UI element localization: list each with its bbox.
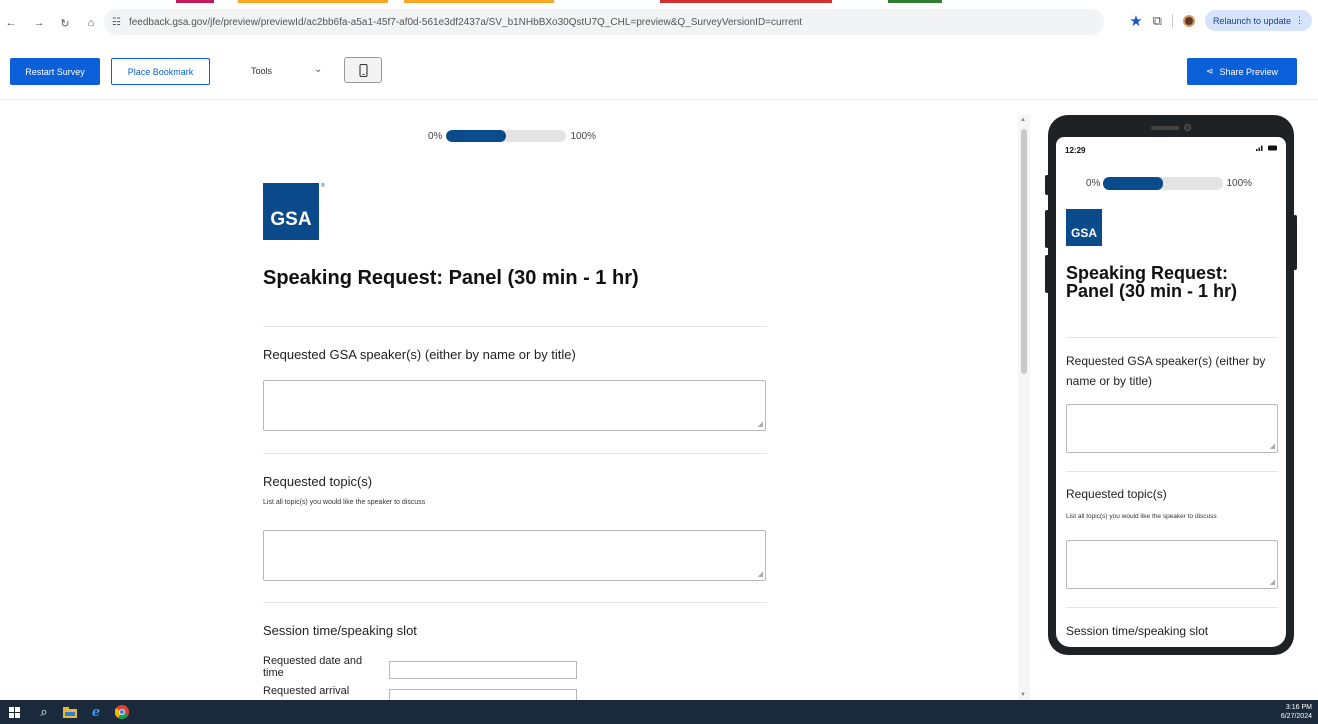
speaker-textarea[interactable]: ◢: [1066, 404, 1278, 453]
question-speaker-label: Requested GSA speaker(s) (either by name…: [1066, 354, 1266, 388]
tab-accent-4: [660, 0, 832, 3]
scroll-up-icon[interactable]: ▲: [1020, 117, 1026, 123]
phone-camera: [1184, 124, 1191, 131]
phone-clock: 12:29: [1065, 146, 1086, 155]
registered-mark: ®: [321, 183, 325, 189]
tab-accent-1: [176, 0, 214, 3]
question-topic-description: List all topic(s) you would like the spe…: [1066, 513, 1217, 520]
progress-end-label: 100%: [1226, 178, 1253, 189]
survey-title: Speaking Request: Panel (30 min - 1 hr): [1066, 263, 1238, 301]
clock-date: 6/27/2024: [1280, 713, 1312, 720]
preview-toolbar: Restart Survey Place Bookmark Tools ⌄ ⋖ …: [0, 55, 1318, 100]
speaker-textarea[interactable]: ◢: [263, 380, 766, 431]
progress-track: [1103, 177, 1224, 190]
share-preview-label: Share Preview: [1219, 66, 1279, 77]
divider: [263, 326, 767, 327]
chrome-icon[interactable]: [110, 700, 134, 724]
restart-survey-button[interactable]: Restart Survey: [10, 58, 100, 85]
bookmark-star-icon[interactable]: ★: [1129, 12, 1142, 30]
profile-avatar[interactable]: [1182, 14, 1195, 27]
progress-fill: [446, 130, 507, 142]
relaunch-label: Relaunch to update: [1212, 15, 1291, 26]
file-explorer-icon[interactable]: [58, 700, 82, 724]
phone-status-icons: [1256, 145, 1278, 151]
survey-title: Speaking Request: Panel (30 min - 1 hr): [263, 267, 639, 289]
progress-track: [446, 130, 567, 142]
more-menu-icon: ⋮: [1295, 15, 1304, 25]
question-speaker-label: Requested GSA speaker(s) (either by name…: [263, 347, 576, 362]
taskbar-clock[interactable]: 3:16 PM 6/27/2024: [1281, 703, 1312, 721]
edge-icon[interactable]: e: [84, 700, 108, 724]
signal-icon: [1256, 145, 1263, 151]
resize-grip-icon: ◢: [757, 571, 763, 578]
resize-grip-icon: ◢: [1269, 579, 1275, 586]
date-time-label: Requested date and time: [263, 655, 363, 679]
question-session-label: Session time/speaking slot: [1066, 624, 1209, 638]
scrollbar-thumb[interactable]: [1021, 129, 1027, 374]
tab-accent-2: [238, 0, 388, 3]
divider: [263, 453, 767, 454]
mobile-preview-toggle[interactable]: [344, 57, 382, 83]
gsa-logo-text: GSA: [270, 209, 312, 230]
taskbar: ⌕ e 3:16 PM 6/27/2024: [0, 700, 1318, 724]
place-bookmark-button[interactable]: Place Bookmark: [111, 58, 210, 85]
date-time-input[interactable]: [389, 661, 577, 679]
question-topic-label: Requested topic(s): [263, 474, 373, 489]
extensions-icon[interactable]: ⧉: [1153, 13, 1162, 29]
gsa-logo: GSA: [1066, 209, 1102, 246]
topic-textarea[interactable]: ◢: [263, 530, 766, 581]
mobile-preview: 12:29 0% 100% GSA Speaking Request: Pane…: [1045, 115, 1297, 655]
reload-icon[interactable]: ↻: [56, 17, 74, 30]
address-bar[interactable]: ☷ feedback.gsa.gov/jfe/preview/previewId…: [104, 9, 1104, 35]
question-topic-label: Requested topic(s): [1066, 487, 1167, 501]
chevron-down-icon[interactable]: ⌄: [314, 64, 322, 75]
survey-preview: 0% 100% GSA ® Speaking Request: Panel (3…: [0, 100, 1030, 700]
topic-textarea[interactable]: ◢: [1066, 540, 1278, 589]
divider: [1066, 471, 1278, 472]
resize-grip-icon: ◢: [1269, 443, 1275, 450]
progress-bar: 0% 100%: [428, 130, 596, 142]
site-info-icon[interactable]: ☷: [112, 17, 121, 28]
phone-progress-bar: 0% 100%: [1086, 177, 1252, 190]
arrival-input[interactable]: [389, 689, 577, 700]
tab-accent-3: [404, 0, 554, 3]
progress-fill: [1103, 177, 1164, 190]
phone-side-button: [1045, 210, 1049, 248]
divider: [1066, 607, 1278, 608]
share-preview-button[interactable]: ⋖ Share Preview: [1187, 58, 1297, 85]
relaunch-button[interactable]: Relaunch to update ⋮: [1204, 10, 1312, 31]
battery-icon: [1268, 145, 1277, 151]
gsa-logo-text: GSA: [1070, 226, 1097, 240]
divider: [1171, 13, 1173, 28]
gsa-logo: GSA: [263, 183, 319, 240]
browser-bar: ← → ↻ ⌂ ☷ feedback.gsa.gov/jfe/preview/p…: [0, 6, 1318, 40]
scroll-down-icon[interactable]: ▼: [1020, 692, 1026, 698]
phone-screen: 12:29 0% 100% GSA Speaking Request: Pane…: [1056, 137, 1286, 647]
tab-accent-5: [888, 0, 942, 3]
progress-end-label: 100%: [570, 130, 597, 142]
back-icon[interactable]: ←: [2, 17, 20, 29]
question-session-label: Session time/speaking slot: [263, 623, 417, 638]
phone-side-button: [1045, 175, 1049, 195]
tools-dropdown[interactable]: Tools: [251, 66, 272, 76]
clock-time: 3:16 PM: [1285, 704, 1312, 711]
url-text: feedback.gsa.gov/jfe/preview/previewId/a…: [128, 16, 803, 28]
progress-start-label: 0%: [1086, 178, 1101, 189]
home-icon[interactable]: ⌂: [82, 17, 100, 29]
arrival-label: Requested arrival: [263, 685, 350, 697]
question-topic-description: List all topic(s) you would like the spe…: [263, 499, 426, 506]
share-icon: ⋖: [1205, 66, 1214, 76]
divider: [263, 602, 767, 603]
phone-speaker: [1151, 126, 1179, 130]
search-icon[interactable]: ⌕: [32, 700, 56, 724]
phone-power-button: [1293, 215, 1297, 270]
divider: [1066, 337, 1278, 338]
phone-side-button: [1045, 255, 1049, 293]
preview-scrollbar[interactable]: ▲ ▼: [1018, 115, 1030, 700]
forward-icon[interactable]: →: [30, 17, 48, 29]
phone-icon: [358, 63, 368, 77]
windows-start-icon[interactable]: [2, 700, 26, 724]
progress-start-label: 0%: [428, 130, 443, 142]
resize-grip-icon: ◢: [757, 421, 763, 428]
